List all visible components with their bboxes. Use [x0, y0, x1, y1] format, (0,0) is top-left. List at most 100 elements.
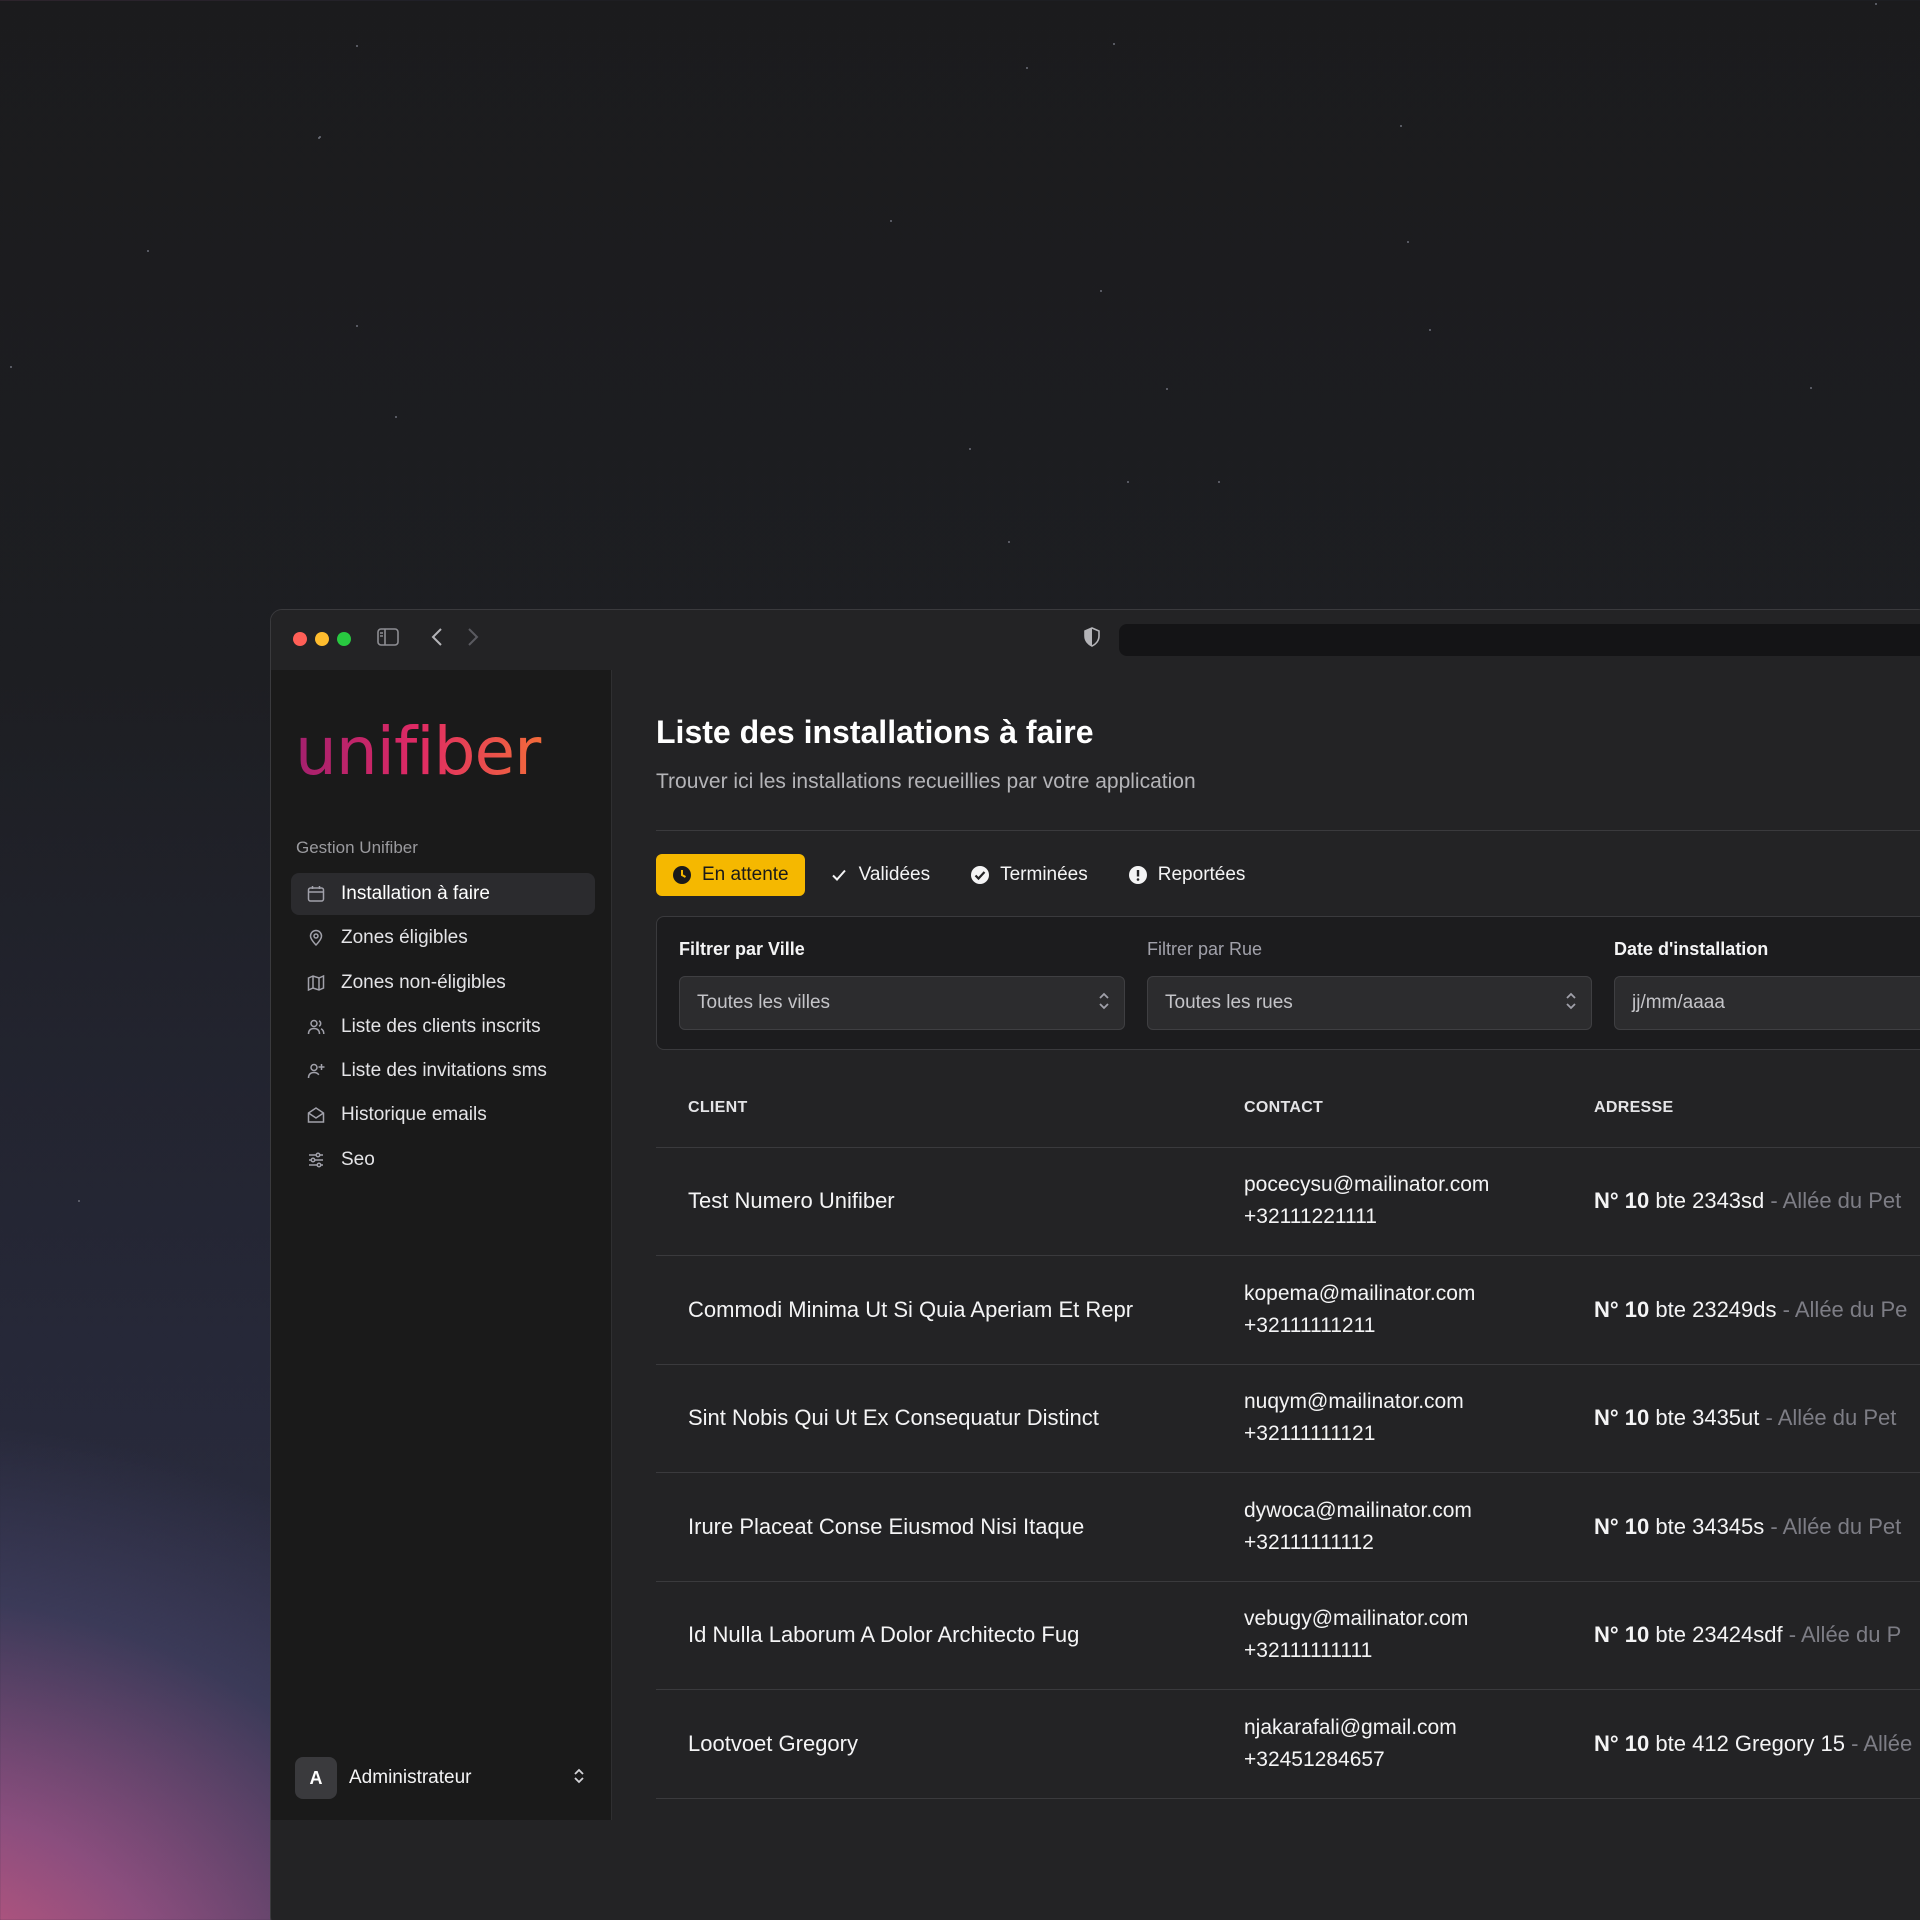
user-plus-icon — [307, 1062, 325, 1080]
tab-reportees[interactable]: Reportées — [1112, 854, 1262, 896]
column-header-client[interactable]: CLIENT — [656, 1070, 1212, 1148]
column-header-adresse[interactable]: ADRESSE — [1562, 1070, 1920, 1148]
client-cell: Test Numero Unifiber — [656, 1147, 1212, 1256]
sidebar-item-label: Seo — [341, 1148, 375, 1170]
alert-circle-icon — [1128, 865, 1148, 885]
table-row[interactable]: Irure Placeat Conse Eiusmod Nisi Itaque … — [656, 1472, 1920, 1582]
contact-email[interactable]: njakarafali@gmail.com — [1244, 1712, 1562, 1744]
address-number: N° 10 — [1594, 1622, 1650, 1648]
page-title: Liste des installations à faire — [656, 714, 1094, 750]
avatar: A — [295, 1757, 337, 1799]
contact-phone[interactable]: +32111111211 — [1244, 1310, 1562, 1342]
contact-cell: pocecysu@mailinator.com +32111221111 — [1212, 1147, 1562, 1256]
address-cell: N° 10 bte 2343sd - Allée du Pet — [1562, 1147, 1920, 1256]
user-name: Administrateur — [349, 1767, 472, 1788]
tab-validees[interactable]: Validées — [813, 854, 946, 896]
city-select[interactable]: Toutes les villes — [679, 976, 1125, 1030]
sidebar-item-seo[interactable]: Seo — [291, 1139, 595, 1181]
date-input[interactable]: jj/mm/aaaa — [1614, 976, 1920, 1030]
sidebar-item-label: Installation à faire — [341, 883, 490, 904]
contact-phone[interactable]: +32111111112 — [1244, 1527, 1562, 1559]
contact-phone[interactable]: +32451284657 — [1244, 1744, 1562, 1776]
close-window-button[interactable] — [293, 632, 307, 646]
contact-phone[interactable]: +32111111121 — [1244, 1418, 1562, 1450]
chevron-up-down-icon — [1565, 990, 1577, 1014]
address-street: - Allée du Pe — [1782, 1296, 1908, 1322]
contact-email[interactable]: nuqym@mailinator.com — [1244, 1386, 1562, 1418]
chevron-up-down-icon — [1098, 990, 1110, 1014]
traffic-lights — [293, 632, 351, 646]
table-row[interactable]: Commodi Minima Ut Si Quia Aperiam Et Rep… — [656, 1255, 1920, 1365]
address-bar[interactable] — [1119, 624, 1920, 656]
window-titlebar — [271, 610, 1920, 670]
contact-email[interactable]: dywoca@mailinator.com — [1244, 1495, 1562, 1527]
contact-phone[interactable]: +32111221111 — [1244, 1201, 1562, 1233]
street-select[interactable]: Toutes les rues — [1147, 976, 1592, 1030]
street-select-value: Toutes les rues — [1165, 992, 1293, 1013]
tab-terminees[interactable]: Terminées — [954, 854, 1104, 896]
contact-email[interactable]: pocecysu@mailinator.com — [1244, 1169, 1562, 1201]
table-row[interactable]: Sint Nobis Qui Ut Ex Consequatur Distinc… — [656, 1364, 1920, 1473]
contact-cell: kopema@mailinator.com +32111111211 — [1212, 1255, 1562, 1365]
address-cell: N° 10 bte 23424sdf - Allée du P — [1562, 1581, 1920, 1690]
sidebar-item-zones-non-eligibles[interactable]: Zones non-éligibles — [291, 962, 595, 1004]
contact-cell: vebugy@mailinator.com +32111111111 — [1212, 1581, 1562, 1690]
sidebar-item-label: Liste des clients inscrits — [341, 1015, 541, 1037]
shield-icon[interactable] — [1083, 627, 1101, 654]
sidebar-toggle-icon[interactable] — [377, 627, 399, 653]
address-cell: N° 10 bte 23249ds - Allée du Pe — [1562, 1255, 1920, 1365]
unifiber-logo[interactable]: unifiber — [295, 713, 561, 797]
address-box: bte 23249ds — [1655, 1296, 1777, 1322]
sidebar-section-label: Gestion Unifiber — [296, 838, 418, 857]
svg-text:unifiber: unifiber — [295, 718, 542, 790]
contact-phone[interactable]: +32111111111 — [1244, 1635, 1562, 1667]
mail-open-icon — [307, 1106, 325, 1124]
address-number: N° 10 — [1594, 1513, 1650, 1539]
client-cell: Lootvoet Gregory — [656, 1689, 1212, 1799]
check-circle-icon — [970, 865, 990, 885]
address-box: bte 34345s — [1655, 1513, 1765, 1539]
tab-label: Reportées — [1157, 864, 1246, 885]
sliders-icon — [307, 1151, 325, 1169]
date-filter: Date d'installation jj/mm/aaaa — [1614, 939, 1920, 1030]
city-filter-label: Filtrer par Ville — [679, 939, 805, 959]
maximize-window-button[interactable] — [337, 632, 351, 646]
contact-cell: dywoca@mailinator.com +32111111112 — [1212, 1472, 1562, 1582]
contact-email[interactable]: kopema@mailinator.com — [1244, 1278, 1562, 1310]
address-street: - Allée du Pet — [1770, 1513, 1902, 1539]
sidebar-item-label: Historique emails — [341, 1104, 487, 1126]
address-number: N° 10 — [1594, 1405, 1650, 1431]
sidebar: unifiber Gestion Unifiber Installation à… — [271, 670, 612, 1820]
column-header-contact[interactable]: CONTACT — [1212, 1070, 1562, 1148]
sidebar-item-zones-eligibles[interactable]: Zones éligibles — [291, 917, 595, 959]
check-icon — [829, 865, 849, 885]
sidebar-nav: Installation à faire Zones éligibles Zon… — [291, 873, 595, 1183]
street-filter: Filtrer par Rue Toutes les rues — [1147, 939, 1592, 1030]
sidebar-item-invitations-sms[interactable]: Liste des invitations sms — [291, 1050, 595, 1092]
table-row[interactable]: Lootvoet Gregory njakarafali@gmail.com +… — [656, 1689, 1920, 1799]
table-row[interactable]: Test Numero Unifiber pocecysu@mailinator… — [656, 1147, 1920, 1256]
client-cell: Sint Nobis Qui Ut Ex Consequatur Distinc… — [656, 1364, 1212, 1473]
page-subtitle: Trouver ici les installations recueillie… — [656, 770, 1196, 793]
clock-icon — [672, 865, 692, 885]
forward-arrow-icon[interactable] — [467, 627, 479, 654]
address-number: N° 10 — [1594, 1730, 1650, 1756]
address-street: - Allée du Pet — [1765, 1405, 1897, 1431]
contact-email[interactable]: vebugy@mailinator.com — [1244, 1603, 1562, 1635]
minimize-window-button[interactable] — [315, 632, 329, 646]
sidebar-item-clients-inscrits[interactable]: Liste des clients inscrits — [291, 1006, 595, 1048]
address-street: - Allée du Pet — [1770, 1188, 1902, 1214]
address-box: bte 23424sdf — [1655, 1622, 1783, 1648]
user-menu[interactable]: A Administrateur — [295, 1757, 585, 1799]
address-cell: N° 10 bte 412 Gregory 15 - Allée — [1562, 1689, 1920, 1799]
back-arrow-icon[interactable] — [431, 627, 443, 654]
date-filter-label: Date d'installation — [1614, 939, 1769, 959]
sidebar-item-label: Zones non-éligibles — [341, 971, 506, 993]
tab-label: En attente — [702, 864, 789, 885]
date-input-placeholder: jj/mm/aaaa — [1632, 992, 1725, 1013]
tab-en-attente[interactable]: En attente — [656, 854, 805, 896]
table-row[interactable]: Id Nulla Laborum A Dolor Architecto Fug … — [656, 1581, 1920, 1690]
sidebar-item-installation[interactable]: Installation à faire — [291, 873, 595, 915]
address-street: - Allée du P — [1788, 1622, 1902, 1648]
sidebar-item-historique-emails[interactable]: Historique emails — [291, 1094, 595, 1136]
